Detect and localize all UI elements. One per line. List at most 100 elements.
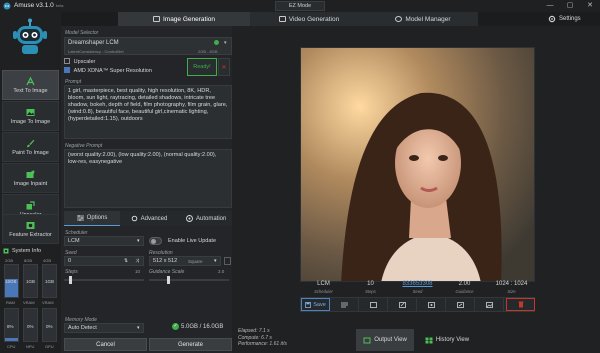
prompt-textarea[interactable]: 1 girl, masterpiece, best quality, high … [64, 85, 232, 139]
sliders-icon [76, 215, 84, 221]
checkmark-icon: ✓ [172, 323, 179, 330]
model-name: Dreamshaper LCM [68, 40, 119, 46]
automation-icon [186, 215, 193, 222]
model-status-dot-icon [214, 40, 219, 45]
image-icon [26, 108, 35, 116]
cube-icon [395, 16, 403, 22]
vram-value: 1GB [45, 279, 55, 284]
vram-value: 1GB [26, 279, 36, 284]
detail-steps-value: 10 [367, 281, 374, 287]
send-to-feature-button[interactable] [475, 298, 504, 311]
tab-image-generation[interactable]: Image Generation [118, 12, 250, 26]
close-button[interactable]: ✕ [580, 0, 600, 12]
paint-icon [398, 301, 406, 308]
generate-button[interactable]: Generate [149, 338, 232, 351]
feature-icon [485, 301, 493, 308]
lock-aspect-icon[interactable] [224, 257, 231, 265]
stepper-arrows-icon[interactable]: ⇅ [124, 258, 128, 264]
output-view-button[interactable]: Output View [356, 329, 414, 351]
inpaint-icon [26, 170, 35, 178]
detail-scheduler-value: LCM [317, 281, 330, 287]
cancel-button[interactable]: Cancel [64, 338, 147, 351]
sidebar-item-feature-extractor[interactable]: Feature Extractor [2, 214, 59, 244]
steps-max: 10 [135, 269, 141, 274]
steps-slider[interactable] [64, 276, 144, 284]
gpu-value: 0% [46, 324, 53, 329]
send-to-upscaler-button[interactable] [446, 298, 475, 311]
scheduler-dropdown[interactable]: LCM ▾ [64, 236, 144, 246]
guidance-slider-thumb[interactable] [166, 276, 170, 284]
detail-guidance-caption: Guidance [455, 289, 474, 294]
randomize-icon[interactable]: ⤨ [135, 258, 139, 264]
sidebar-item-text-to-image[interactable]: Text To Image [2, 70, 59, 100]
timing-info: Elapsed: 7.1 s Compute: 6.7 s Performanc… [238, 328, 287, 348]
detail-seed-link[interactable]: 833653308 [394, 281, 441, 287]
list-icon [340, 302, 348, 307]
sidebar-item-paint-to-image[interactable]: Paint To Image [2, 132, 59, 162]
ready-status-button[interactable]: Ready! [187, 58, 217, 76]
save-button[interactable]: Save [301, 298, 330, 311]
settings-button[interactable]: Settings [548, 12, 600, 26]
memory-usage: ✓ 5.0GB / 16.0GB [172, 323, 223, 330]
amuse-robot-logo-icon [13, 18, 47, 54]
detail-scheduler-caption: Scheduler [314, 289, 333, 294]
minimize-button[interactable]: — [540, 0, 560, 12]
send-to-paint-button[interactable] [388, 298, 417, 311]
image-toolbar: Save [300, 297, 535, 312]
tab-options[interactable]: Options [64, 211, 120, 226]
steps-slider-thumb[interactable] [68, 276, 72, 284]
seed-input[interactable]: 0 ⇅ ⤨ [64, 256, 144, 266]
feature-icon [26, 221, 35, 229]
model-selector-dropdown[interactable]: Dreamshaper LCM LatentConsistency - Cont… [64, 37, 232, 55]
npu-label: NPU [26, 344, 35, 349]
model-selector-label: Model Selector [65, 30, 99, 36]
ram-value: 16GB [5, 279, 17, 284]
live-update-toggle[interactable] [149, 237, 162, 245]
npu-value: 0% [27, 324, 34, 329]
history-view-button[interactable]: History View [418, 329, 476, 351]
tab-advanced[interactable]: Advanced [120, 211, 178, 226]
app-title: Amuse v3.1.0 beta [14, 2, 64, 9]
history-view-icon [425, 337, 433, 343]
system-info-panel: System Info 2GB 8GB 4GB 16GB 1GB 1GB RAM… [2, 246, 59, 353]
delete-button[interactable] [506, 298, 535, 311]
chip-icon [3, 248, 9, 254]
image-icon [369, 301, 377, 308]
video-icon [278, 16, 286, 22]
unload-model-button[interactable]: ✕ [218, 58, 230, 76]
brush-icon [27, 139, 35, 147]
send-to-inpaint-button[interactable] [417, 298, 446, 311]
detail-steps-caption: Steps [365, 289, 376, 294]
chevron-down-icon: ▾ [214, 258, 217, 264]
tab-model-manager[interactable]: Model Manager [368, 12, 478, 26]
tab-automation[interactable]: Automation [178, 211, 232, 226]
negative-prompt-textarea[interactable]: (worst quality:2.00), (low quality:2.00)… [64, 149, 232, 208]
super-resolution-checkbox[interactable] [64, 67, 70, 73]
upscaler-checkbox[interactable] [64, 58, 70, 64]
upscaler-option[interactable]: Upscaler [64, 58, 95, 65]
memory-mode-dropdown[interactable]: Auto Detect ▾ [64, 323, 144, 333]
app-logo-icon [3, 2, 11, 10]
sidebar-item-image-to-image[interactable]: Image To Image [2, 101, 59, 131]
prompt-copy-button[interactable] [330, 298, 359, 311]
sidebar-item-image-inpaint[interactable]: Image Inpaint [2, 163, 59, 193]
detail-size-value: 1024 : 1024 [495, 281, 528, 287]
live-update-label: Enable Live Update [168, 238, 217, 244]
send-to-image-button[interactable] [359, 298, 388, 311]
chevron-down-icon: ▾ [137, 238, 140, 244]
guidance-slider[interactable] [149, 276, 229, 284]
ez-mode-button[interactable]: EZ Mode [275, 1, 325, 11]
scheduler-value: LCM [68, 238, 80, 244]
memory-usage-value: 5.0GB / 16.0GB [181, 323, 224, 330]
resolution-value: 512 x 512 [153, 258, 178, 264]
vram-label: VRAM [42, 300, 54, 305]
upscale-icon [456, 301, 464, 308]
resolution-dropdown[interactable]: 512 x 512 Square ▾ [149, 256, 221, 266]
tab-video-generation[interactable]: Video Generation [250, 12, 368, 26]
memory-mode-value: Auto Detect [68, 325, 97, 331]
upscaler-label: Upscaler [73, 58, 96, 65]
maximize-button[interactable]: ▢ [560, 0, 580, 12]
seed-value: 0 [68, 258, 72, 264]
resolution-aspect: Square [188, 259, 203, 264]
super-resolution-option[interactable]: AMD XDNA™ Super Resolution [64, 67, 152, 74]
